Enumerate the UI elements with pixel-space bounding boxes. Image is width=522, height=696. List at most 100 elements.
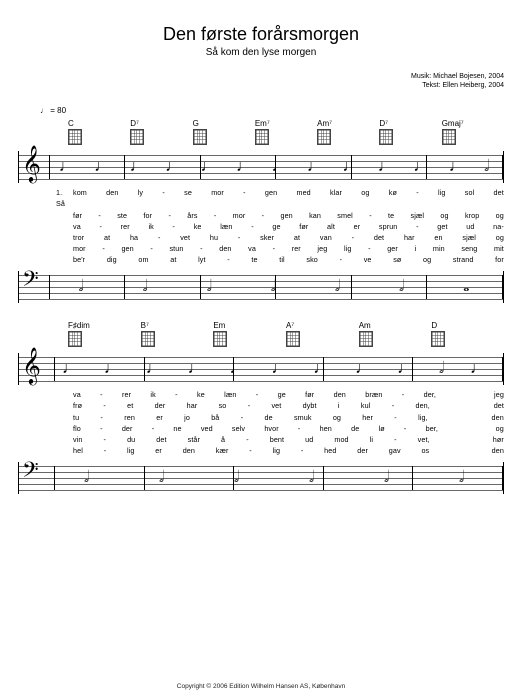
syllable: - — [99, 221, 102, 232]
system-1: C D⁷ G Em⁷ Am⁷ D⁷ Gmaj⁷ ♩♩♩♩♩♩♩♩♩♩♩♩𝅗𝅥 1… — [18, 119, 504, 303]
syllable: lig — [127, 445, 135, 456]
chord-diagram-icon — [442, 129, 456, 145]
syllable: og — [440, 210, 448, 221]
syllable: til — [279, 254, 285, 265]
syllable: ne — [173, 423, 181, 434]
chord: Em — [213, 321, 286, 349]
syllable: na- — [493, 221, 504, 232]
syllable: bræn — [365, 389, 382, 400]
syllable: vin — [73, 434, 83, 445]
syllable: rer — [121, 221, 130, 232]
syllable: sol — [465, 187, 475, 209]
syllable: - — [152, 423, 155, 434]
syllable: te — [251, 254, 257, 265]
note-icons: 𝅗𝅥𝅗𝅥𝅗𝅥𝅗𝅥𝅗𝅥𝅗𝅥 — [49, 462, 499, 494]
chord-row: C D⁷ G Em⁷ Am⁷ D⁷ Gmaj⁷ — [68, 119, 504, 147]
syllable: ke — [194, 221, 202, 232]
syllable: os — [421, 445, 429, 456]
syllable: der — [155, 400, 166, 411]
chord: D⁷ — [130, 119, 192, 147]
chord: D⁷ — [379, 119, 441, 147]
syllable: - — [392, 400, 395, 411]
syllable: flo — [73, 423, 81, 434]
syllable: ge — [278, 389, 286, 400]
syllable: - — [227, 254, 230, 265]
syllable: ste — [117, 210, 127, 221]
credit-music: Musik: Michael Bojesen, 2004 — [18, 72, 504, 81]
syllable: og — [496, 232, 504, 243]
syllable: - — [404, 423, 407, 434]
syllable: sjæl — [462, 232, 476, 243]
syllable: den — [219, 243, 231, 254]
syllable: ke — [197, 389, 205, 400]
syllable: - — [175, 389, 178, 400]
syllable: den — [183, 445, 195, 456]
treble-staff: ♩♩♩♩♩♩♩♩♩♩♩♩𝅗𝅥 — [19, 151, 503, 183]
syllable: for — [143, 210, 152, 221]
chord-diagram-icon — [431, 331, 445, 347]
syllable: der — [122, 423, 133, 434]
syllable: - — [104, 434, 107, 445]
syllable: seng — [461, 243, 477, 254]
syllable: ve — [364, 254, 372, 265]
syllable: ge — [272, 221, 280, 232]
credits: Musik: Michael Bojesen, 2004 Tekst: Elle… — [18, 72, 504, 90]
syllable: gen — [265, 187, 277, 209]
syllable: - — [100, 412, 103, 423]
syllable: før — [299, 221, 308, 232]
syllable: ren — [124, 412, 135, 423]
syllable: - — [394, 412, 397, 423]
syllable: - — [249, 445, 252, 456]
chord: A⁷ — [286, 321, 359, 349]
syllable: - — [150, 243, 153, 254]
syllable: med — [296, 187, 310, 209]
syllable: for — [495, 254, 504, 265]
syllable: og — [423, 254, 431, 265]
syllable: ik — [150, 389, 155, 400]
syllable: sø — [393, 254, 401, 265]
syllable: og — [361, 187, 369, 209]
syllable: - — [416, 221, 419, 232]
syllable: mor — [73, 243, 86, 254]
syllable: at — [170, 254, 176, 265]
syllable: et — [127, 400, 133, 411]
syllable: - — [241, 412, 244, 423]
syllable: - — [369, 210, 372, 221]
syllable: va — [248, 243, 256, 254]
chord-diagram-icon — [193, 129, 207, 145]
syllable: og — [496, 423, 504, 434]
syllable: - — [243, 187, 246, 209]
syllable: det — [156, 434, 166, 445]
syllable: hen — [320, 423, 332, 434]
syllable: er — [155, 445, 162, 456]
syllable: å — [221, 434, 225, 445]
syllable: - — [251, 221, 254, 232]
syllable: - — [103, 400, 106, 411]
syllable: og — [333, 412, 341, 423]
syllable: - — [102, 243, 105, 254]
chord-diagram-icon — [317, 129, 331, 145]
syllable: - — [173, 221, 176, 232]
syllable: har — [404, 232, 415, 243]
syllable: du — [127, 434, 135, 445]
lyrics-block: 1. Så komdenly-semor-genmedklarogkø-ligs… — [56, 187, 504, 265]
syllable: - — [402, 389, 405, 400]
syllable: - — [98, 210, 101, 221]
grand-staff: ♩♩♩♩♩♩♩♩♩𝅗𝅥♩ — [18, 353, 504, 385]
bass-staff-wrap: 𝅗𝅥𝅗𝅥𝅗𝅥𝅗𝅥𝅗𝅥𝅗𝅥 — [18, 462, 504, 494]
syllable: hu — [210, 232, 218, 243]
syllable: vet, — [418, 434, 430, 445]
syllable: det — [494, 400, 504, 411]
syllable: sprun — [379, 221, 397, 232]
syllable: de — [351, 423, 359, 434]
syllable: står — [188, 434, 200, 445]
note-icons: ♩♩♩♩♩♩♩♩♩𝅗𝅥♩ — [49, 353, 499, 385]
chord-diagram-icon — [130, 129, 144, 145]
syllable: mit — [494, 243, 504, 254]
syllable: sker — [260, 232, 274, 243]
note-icons: ♩♩♩♩♩♩♩♩♩♩♩♩𝅗𝅥 — [49, 151, 499, 183]
syllable: strand — [453, 254, 474, 265]
chord: D — [431, 321, 504, 349]
syllable: i — [415, 243, 417, 254]
syllable: her — [362, 412, 373, 423]
